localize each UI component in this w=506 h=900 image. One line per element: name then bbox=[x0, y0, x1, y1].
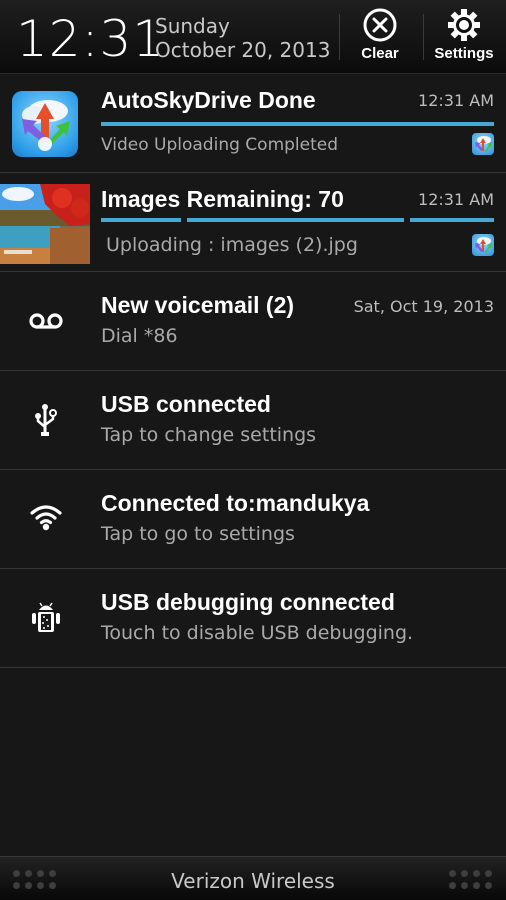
clock-time: 12:31 bbox=[16, 10, 166, 68]
settings-button[interactable]: Settings bbox=[432, 8, 496, 68]
usb-icon bbox=[26, 400, 66, 440]
upload-progress-bar-indeterminate bbox=[101, 218, 494, 222]
notification-voicemail[interactable]: New voicemail (2) Sat, Oct 19, 2013 Dial… bbox=[0, 273, 506, 371]
notification-subtitle: Touch to disable USB debugging. bbox=[101, 622, 414, 644]
notification-header: 12:31 Sunday October 20, 2013 Clear Sett… bbox=[0, 0, 506, 74]
notification-images-remaining[interactable]: Images Remaining: 70 12:31 AM Uploading … bbox=[0, 174, 506, 272]
autumn-lake-thumbnail bbox=[0, 184, 90, 264]
notification-subtitle: Uploading : images (2).jpg bbox=[106, 234, 358, 256]
full-date: October 20, 2013 bbox=[155, 38, 331, 62]
notification-subtitle: Tap to change settings bbox=[101, 424, 317, 446]
notification-title: AutoSkyDrive Done bbox=[101, 87, 316, 113]
notification-time: 12:31 AM bbox=[418, 190, 494, 209]
notification-autoskydrive-done[interactable]: AutoSkyDrive Done 12:31 AM Video Uploadi… bbox=[0, 75, 506, 173]
notification-title: USB debugging connected bbox=[101, 589, 395, 615]
notification-time: Sat, Oct 19, 2013 bbox=[353, 297, 494, 316]
voicemail-icon bbox=[26, 301, 66, 341]
carrier-name: Verizon Wireless bbox=[171, 869, 335, 893]
android-debug-icon bbox=[26, 598, 66, 638]
drag-handle-right[interactable] bbox=[449, 870, 492, 889]
notification-title: New voicemail (2) bbox=[101, 292, 295, 318]
autoskydrive-small-icon bbox=[472, 234, 494, 256]
day-of-week: Sunday bbox=[155, 14, 230, 38]
notification-wifi-connected[interactable]: Connected to:mandukya Tap to go to setti… bbox=[0, 471, 506, 569]
divider bbox=[339, 14, 340, 60]
notification-title: USB connected bbox=[101, 391, 271, 417]
progress-segment bbox=[187, 218, 404, 222]
notification-subtitle: Dial *86 bbox=[101, 325, 178, 347]
divider bbox=[423, 14, 424, 60]
autoskydrive-small-icon bbox=[472, 133, 494, 155]
gear-icon bbox=[448, 9, 480, 41]
clear-button[interactable]: Clear bbox=[354, 8, 406, 68]
clear-label: Clear bbox=[361, 45, 399, 62]
progress-segment bbox=[101, 218, 181, 222]
notification-title: Connected to:mandukya bbox=[101, 490, 370, 516]
progress-segment bbox=[410, 218, 494, 222]
wifi-icon bbox=[26, 497, 66, 537]
notification-usb-debugging[interactable]: USB debugging connected Touch to disable… bbox=[0, 570, 506, 668]
settings-label: Settings bbox=[434, 45, 494, 62]
notification-subtitle: Tap to go to settings bbox=[101, 523, 295, 545]
notification-footer[interactable]: Verizon Wireless bbox=[0, 856, 506, 900]
notification-time: 12:31 AM bbox=[418, 91, 494, 110]
notification-subtitle: Video Uploading Completed bbox=[101, 135, 339, 155]
close-circle-icon bbox=[363, 8, 397, 42]
autoskydrive-app-icon bbox=[12, 91, 78, 157]
upload-progress-bar bbox=[101, 122, 494, 126]
notification-usb-connected[interactable]: USB connected Tap to change settings bbox=[0, 372, 506, 470]
progress-fill bbox=[101, 122, 494, 126]
notification-title: Images Remaining: 70 bbox=[101, 186, 344, 212]
